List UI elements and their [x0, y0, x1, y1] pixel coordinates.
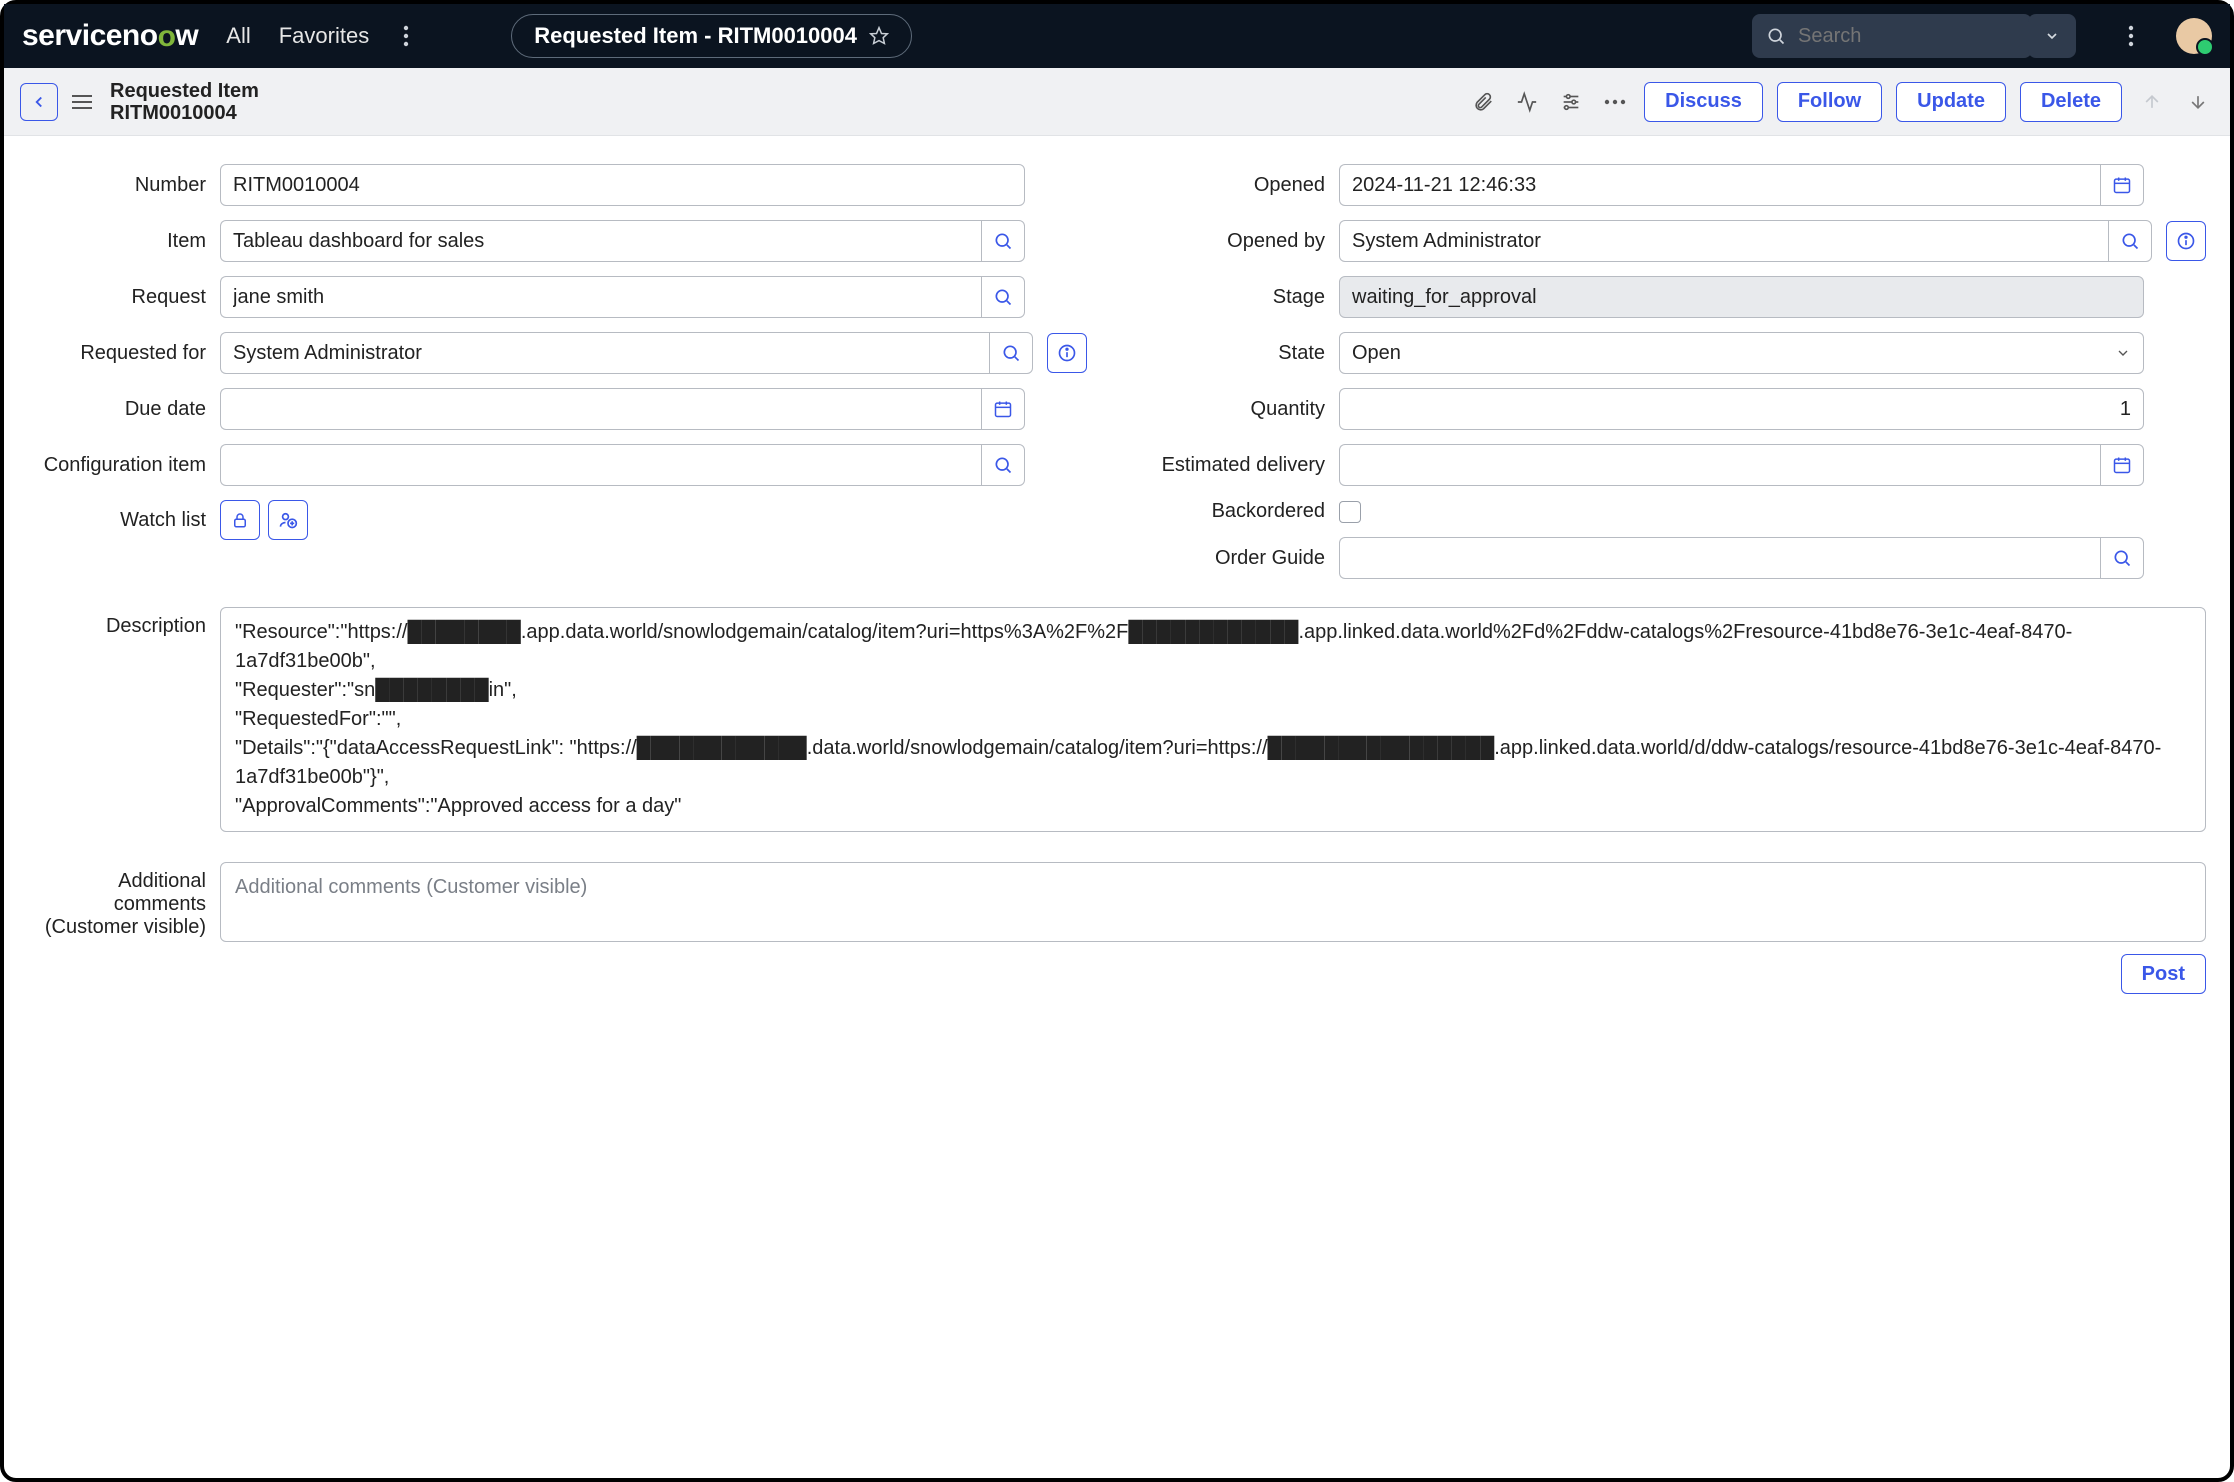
opened-calendar-button[interactable] [2100, 164, 2144, 206]
prev-record-button[interactable] [2136, 92, 2168, 112]
description-label: Description [28, 607, 206, 832]
star-icon[interactable] [869, 26, 889, 46]
settings-sliders-icon[interactable] [1556, 91, 1586, 113]
banner-kebab-icon[interactable] [397, 25, 415, 47]
request-label: Request [28, 286, 206, 309]
requested-for-info-button[interactable] [1047, 333, 1087, 373]
banner-more-icon[interactable] [2122, 25, 2140, 47]
logo-o: o [158, 20, 176, 54]
requested-for-field[interactable] [220, 332, 989, 374]
search-icon [1766, 26, 1786, 46]
request-field[interactable] [220, 276, 981, 318]
state-select[interactable]: Open [1339, 332, 2144, 374]
additional-comments-label: Additional comments (Customer visible) [28, 862, 206, 942]
requested-for-label: Requested for [28, 342, 206, 365]
update-button[interactable]: Update [1896, 82, 2006, 122]
chevron-down-icon [2115, 345, 2131, 361]
quantity-field[interactable] [1339, 388, 2144, 430]
attachment-icon[interactable] [1468, 91, 1498, 113]
user-avatar[interactable] [2176, 18, 2212, 54]
order-guide-field[interactable] [1339, 537, 2100, 579]
search-input[interactable] [1798, 25, 1998, 48]
form-body: Number Item R [4, 136, 2230, 1478]
opened-by-info-button[interactable] [2166, 221, 2206, 261]
activity-icon[interactable] [1512, 91, 1542, 113]
form-header: Requested Item RITM0010004 Discuss Follo… [4, 68, 2230, 136]
search-dropdown-button[interactable] [2028, 14, 2076, 58]
form-title-line2: RITM0010004 [110, 102, 259, 124]
watch-list-label: Watch list [28, 509, 206, 532]
item-lookup-button[interactable] [981, 220, 1025, 262]
stage-field [1339, 276, 2144, 318]
due-date-calendar-button[interactable] [981, 388, 1025, 430]
order-guide-lookup-button[interactable] [2100, 537, 2144, 579]
next-record-button[interactable] [2182, 92, 2214, 112]
opened-field[interactable] [1339, 164, 2100, 206]
global-search[interactable] [1752, 14, 2032, 58]
estimated-delivery-label: Estimated delivery [1147, 454, 1325, 477]
requested-for-lookup-button[interactable] [989, 332, 1033, 374]
state-label: State [1147, 342, 1325, 365]
form-title: Requested Item RITM0010004 [110, 80, 259, 124]
due-date-label: Due date [28, 398, 206, 421]
description-field[interactable]: "Resource":"https://████████.app.data.wo… [220, 607, 2206, 832]
opened-by-label: Opened by [1147, 230, 1325, 253]
menu-favorites[interactable]: Favorites [279, 23, 369, 49]
estimated-delivery-calendar-button[interactable] [2100, 444, 2144, 486]
item-field[interactable] [220, 220, 981, 262]
form-menu-icon[interactable] [72, 94, 92, 110]
order-guide-label: Order Guide [1147, 547, 1325, 570]
discuss-button[interactable]: Discuss [1644, 82, 1763, 122]
number-field[interactable] [220, 164, 1025, 206]
post-button[interactable]: Post [2121, 954, 2206, 994]
configuration-item-label: Configuration item [28, 454, 206, 477]
backordered-checkbox[interactable] [1339, 501, 1361, 523]
additional-comments-field[interactable]: Additional comments (Customer visible) [220, 862, 2206, 942]
breadcrumb-text: Requested Item - RITM0010004 [534, 23, 857, 49]
watch-list-lock-button[interactable] [220, 500, 260, 540]
menu-all[interactable]: All [226, 23, 250, 49]
estimated-delivery-field[interactable] [1339, 444, 2100, 486]
backordered-label: Backordered [1147, 500, 1325, 523]
form-title-line1: Requested Item [110, 80, 259, 102]
state-value: Open [1352, 342, 1401, 365]
stage-label: Stage [1147, 286, 1325, 309]
request-lookup-button[interactable] [981, 276, 1025, 318]
watch-list-add-button[interactable] [268, 500, 308, 540]
back-button[interactable] [20, 83, 58, 121]
opened-by-field[interactable] [1339, 220, 2108, 262]
left-column: Number Item R [28, 164, 1087, 579]
quantity-label: Quantity [1147, 398, 1325, 421]
delete-button[interactable]: Delete [2020, 82, 2122, 122]
breadcrumb-pill[interactable]: Requested Item - RITM0010004 [511, 14, 912, 58]
top-banner: servicenoow All Favorites Requested Item… [4, 4, 2230, 68]
opened-label: Opened [1147, 174, 1325, 197]
logo-text-post: w [175, 19, 198, 53]
item-label: Item [28, 230, 206, 253]
due-date-field[interactable] [220, 388, 981, 430]
configuration-item-field[interactable] [220, 444, 981, 486]
configuration-item-lookup-button[interactable] [981, 444, 1025, 486]
logo-text-pre: serviceno [22, 19, 158, 53]
opened-by-lookup-button[interactable] [2108, 220, 2152, 262]
right-column: Opened Opened by [1147, 164, 2206, 579]
number-label: Number [28, 174, 206, 197]
follow-button[interactable]: Follow [1777, 82, 1882, 122]
more-actions-icon[interactable] [1600, 99, 1630, 105]
logo: servicenoow [22, 19, 198, 53]
